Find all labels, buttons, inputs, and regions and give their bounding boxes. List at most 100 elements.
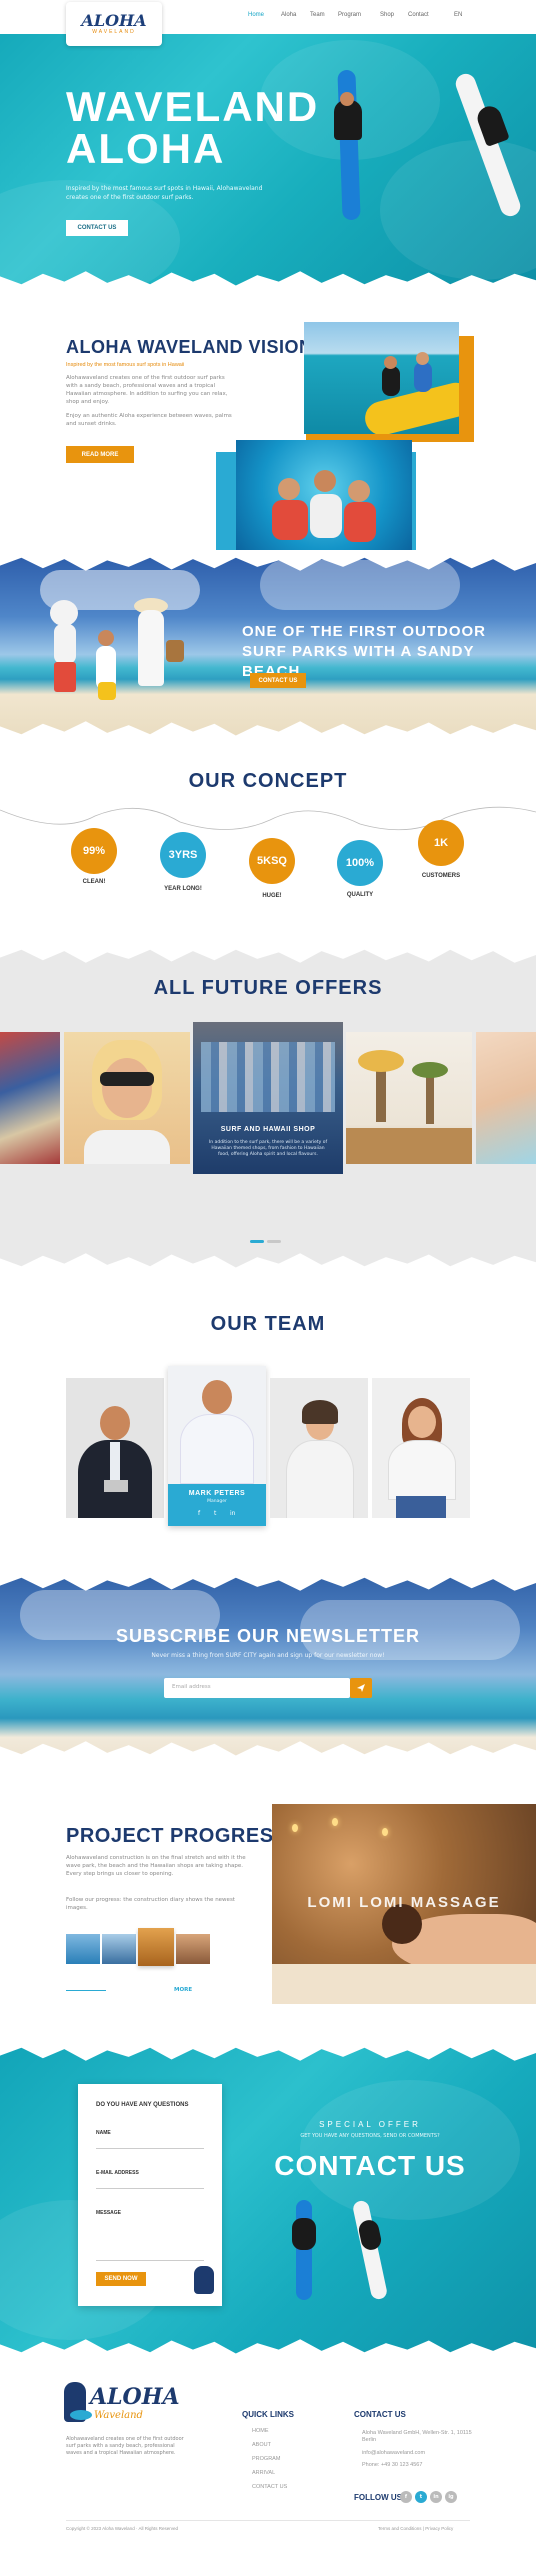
nav-program[interactable]: Program	[338, 12, 361, 18]
vision-title: ALOHA WAVELAND VISION	[66, 337, 313, 357]
footer-contact-title: CONTACT US	[354, 2410, 406, 2419]
name-field[interactable]	[96, 2148, 204, 2149]
site-logo[interactable]: ALOHA WAVELAND	[66, 2, 162, 46]
hero-subtitle: Inspired by the most famous surf spots i…	[66, 185, 263, 201]
hero-contact-button[interactable]: CONTACT US	[66, 220, 128, 236]
contact-big-title: CONTACT US	[274, 2150, 466, 2181]
offer-card-shirts[interactable]	[0, 1032, 60, 1164]
surfer-mascot-icon	[194, 2266, 214, 2294]
email-label: E-MAIL ADDRESS	[96, 2170, 139, 2176]
torn-edge	[0, 1741, 536, 1760]
team-member-featured[interactable]: MARK PETERS Manager f t in	[168, 1366, 266, 1526]
footer-logo-sub: Waveland	[94, 2410, 143, 2421]
nav-shop[interactable]: Shop	[380, 12, 394, 18]
project-paragraph-2: Follow our progress: the construction di…	[66, 1897, 235, 1911]
name-label: NAME	[96, 2130, 111, 2136]
progress-thumb-4[interactable]	[176, 1934, 210, 1964]
legal-links[interactable]: Terms and Conditions | Privacy Policy	[378, 2526, 453, 2531]
twitter-icon[interactable]: t	[214, 1510, 216, 1517]
quick-link-contact[interactable]: CONTACT US	[252, 2484, 287, 2490]
footer-phone: Phone: +49 30 123 4567	[362, 2462, 423, 2468]
torn-edge	[0, 942, 536, 963]
message-field[interactable]	[96, 2260, 204, 2261]
linkedin-icon[interactable]: in	[230, 1510, 235, 1517]
offer-featured-title: SURF AND HAWAII SHOP	[220, 1126, 316, 1133]
twitter-icon[interactable]: t	[415, 2491, 427, 2503]
nav-aloha[interactable]: Aloha	[281, 12, 296, 18]
progress-thumb-3[interactable]	[138, 1928, 174, 1966]
stat-circle-size: 5KSQ	[249, 838, 295, 884]
email-field[interactable]	[96, 2188, 204, 2189]
team-member-3[interactable]	[270, 1378, 368, 1518]
project-more-link[interactable]: MORE	[174, 1987, 192, 1993]
lomi-massage-photo[interactable]: LOMI LOMI MASSAGE	[272, 1804, 536, 2004]
offer-card-beach-bar[interactable]	[346, 1032, 472, 1164]
offer-card-surf-shop[interactable]: SURF AND HAWAII SHOP In addition to the …	[193, 1022, 343, 1174]
newsletter-subtitle: Never miss a thing from SURF CITY again …	[151, 1652, 385, 1659]
stat-circle-clean: 99%	[71, 828, 117, 874]
team-member-role: Manager	[207, 1499, 227, 1504]
vision-paragraph-1: Alohawaveland creates one of the first o…	[66, 375, 228, 405]
quick-link-arrival[interactable]: ARRIVAL	[252, 2470, 275, 2476]
logo-text: ALOHA	[81, 11, 147, 30]
language-selector[interactable]: EN	[454, 12, 462, 18]
vision-read-more-button[interactable]: READ MORE	[66, 446, 134, 463]
team-member-name: MARK PETERS	[188, 1490, 246, 1497]
carousel-dot[interactable]	[267, 1240, 281, 1243]
facebook-icon[interactable]: f	[400, 2491, 412, 2503]
footer-divider	[66, 2520, 470, 2521]
beach-contact-button[interactable]: CONTACT US	[250, 673, 306, 688]
stat-label-customers: CUSTOMERS	[421, 873, 461, 879]
quick-link-home[interactable]: HOME	[252, 2428, 269, 2434]
stat-label-quality: QUALITY	[346, 892, 374, 898]
contact-form-card: DO YOU HAVE ANY QUESTIONS NAME E-MAIL AD…	[78, 2084, 222, 2306]
project-title: PROJECT PROGRESS	[66, 1825, 288, 1847]
paddler-figure	[334, 100, 362, 140]
nav-home[interactable]: Home	[248, 12, 264, 18]
paper-plane-icon	[357, 1684, 365, 1692]
progress-thumb-1[interactable]	[66, 1934, 100, 1964]
offer-card-sunglasses[interactable]	[64, 1032, 190, 1164]
send-now-button[interactable]: SEND NOW	[96, 2272, 146, 2286]
footer-email[interactable]: info@alohawaveland.com	[362, 2450, 425, 2456]
form-title: DO YOU HAVE ANY QUESTIONS	[96, 2102, 189, 2108]
progress-thumb-2[interactable]	[102, 1934, 136, 1964]
massage-label: LOMI LOMI MASSAGE	[307, 1894, 501, 1911]
facebook-icon[interactable]: f	[198, 1510, 200, 1517]
linkedin-icon[interactable]: in	[430, 2491, 442, 2503]
stat-label-years: YEAR LONG!	[164, 886, 202, 892]
special-offer-kicker: SPECIAL OFFER	[319, 2120, 421, 2129]
family-photo	[30, 570, 190, 730]
special-offer-subtitle: GET YOU HAVE ANY QUESTIONS, SEND OR COMM…	[300, 2133, 440, 2139]
newsletter-section	[0, 1570, 536, 1760]
team-member-4[interactable]	[372, 1378, 470, 1518]
newsletter-email-input[interactable]: Email address	[164, 1678, 350, 1698]
offers-title: ALL FUTURE OFFERS	[153, 977, 383, 999]
vision-subtitle: Inspired by the most famous surf spots i…	[66, 362, 185, 368]
project-paragraph-1: Alohawaveland construction is on the fin…	[66, 1855, 246, 1877]
hero-title: WAVELAND ALOHA	[66, 83, 320, 172]
snorkel-photo	[236, 440, 412, 558]
footer-logo[interactable]: ALOHA Waveland	[64, 2380, 184, 2428]
carousel-dot-active[interactable]	[250, 1240, 264, 1243]
nav-contact[interactable]: Contact	[408, 12, 429, 18]
offer-card-massage[interactable]	[476, 1032, 536, 1164]
footer-logo-main: ALOHA	[90, 2384, 180, 2410]
newsletter-submit-button[interactable]	[350, 1678, 372, 1698]
message-label: MESSAGE	[96, 2210, 122, 2216]
nav-team[interactable]: Team	[310, 12, 325, 18]
stat-label-clean: CLEAN!	[82, 879, 106, 885]
instagram-icon[interactable]: ig	[445, 2491, 457, 2503]
quick-links-title: QUICK LINKS	[242, 2410, 294, 2419]
vision-paragraph-2: Enjoy an authentic Aloha experience betw…	[66, 413, 232, 427]
quick-link-about[interactable]: ABOUT	[252, 2442, 271, 2448]
follow-us-label: FOLLOW US	[354, 2493, 402, 2502]
quick-link-program[interactable]: PROGRAM	[252, 2456, 280, 2462]
progress-slider-track	[66, 1990, 106, 1991]
footer-address: Aloha Waveland GmbH, Wellen-Str. 1, 1011…	[362, 2430, 472, 2443]
newsletter-title: SUBSCRIBE OUR NEWSLETTER	[115, 1626, 420, 1646]
footer-about: Alohawaveland creates one of the first o…	[66, 2436, 184, 2456]
kayak-photo	[304, 322, 459, 434]
team-member-1[interactable]	[66, 1378, 164, 1518]
newsletter-placeholder: Email address	[172, 1684, 211, 1690]
